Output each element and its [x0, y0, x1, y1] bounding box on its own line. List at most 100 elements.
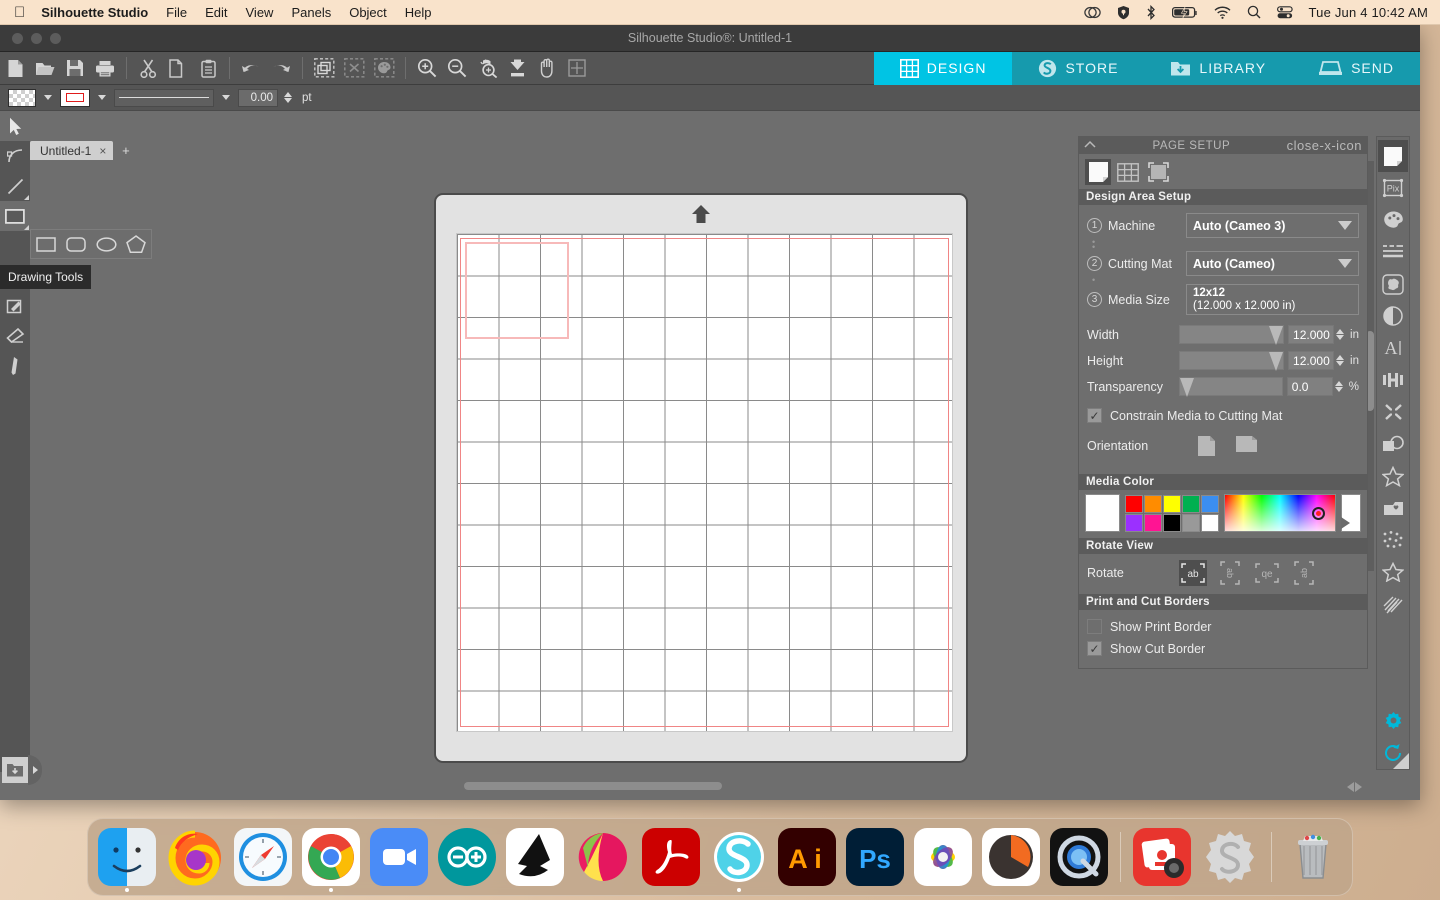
selected-media-color[interactable]: [1085, 494, 1121, 532]
wifi-icon[interactable]: [1214, 6, 1231, 19]
landscape-icon[interactable]: [1235, 435, 1257, 457]
canvas-horizontal-scrollbar[interactable]: [30, 780, 1368, 792]
control-center-icon[interactable]: [1276, 5, 1293, 19]
rounded-rectangle-tool[interactable]: [61, 229, 91, 259]
select-by-color-icon[interactable]: [369, 54, 399, 82]
dock-app-acrobat-reader[interactable]: [640, 826, 702, 888]
left-arrow-icon[interactable]: [1347, 782, 1354, 792]
search-icon[interactable]: [1247, 5, 1261, 19]
brightness-slider[interactable]: [1340, 494, 1361, 532]
zoom-out-icon[interactable]: [442, 54, 472, 82]
fill-dropdown-caret-icon[interactable]: [44, 95, 52, 100]
width-slider[interactable]: [1179, 325, 1285, 345]
width-input[interactable]: 12.000: [1288, 325, 1335, 344]
undo-icon[interactable]: [236, 54, 266, 82]
document-tab[interactable]: Untitled-1 ×: [30, 141, 114, 160]
new-tab-button[interactable]: +: [116, 141, 136, 160]
height-stepper[interactable]: [1336, 355, 1345, 366]
sketch-tool[interactable]: [0, 291, 30, 321]
pan-hand-icon[interactable]: [532, 54, 562, 82]
show-cut-border-checkbox[interactable]: ✓: [1087, 641, 1102, 656]
close-tab-icon[interactable]: ×: [99, 144, 106, 158]
text-style-icon[interactable]: A: [1378, 332, 1408, 364]
modify-icon[interactable]: [1378, 396, 1408, 428]
menu-panels[interactable]: Panels: [291, 5, 331, 20]
right-arrow-icon[interactable]: [1355, 782, 1362, 792]
color-spectrum-picker[interactable]: [1224, 494, 1336, 532]
transparency-stepper[interactable]: [1334, 381, 1343, 392]
dock-app-quicktime[interactable]: [1048, 826, 1110, 888]
expand-right-arrow-icon[interactable]: [28, 755, 42, 785]
cutting-mat-select[interactable]: Auto (Cameo): [1186, 251, 1359, 276]
machine-select[interactable]: Auto (Cameo 3): [1186, 213, 1359, 238]
copy-icon[interactable]: [163, 54, 193, 82]
portrait-icon[interactable]: [1197, 435, 1219, 457]
polygon-tool[interactable]: [121, 229, 151, 259]
fill-palette-icon[interactable]: [1378, 204, 1408, 236]
dock-app-zoom[interactable]: [368, 826, 430, 888]
tab-store[interactable]: STORE: [1012, 51, 1145, 85]
menu-app-name[interactable]: Silhouette Studio: [41, 5, 148, 20]
transparency-input[interactable]: 0.0: [1286, 377, 1333, 396]
dock-app-silhouette-studio[interactable]: [708, 826, 770, 892]
battery-charging-icon[interactable]: [1171, 6, 1198, 19]
design-star-icon[interactable]: [1378, 460, 1408, 492]
dock-app-screenshot[interactable]: [1131, 826, 1193, 888]
tab-library[interactable]: LIBRARY: [1144, 51, 1293, 85]
trace-icon[interactable]: [1378, 268, 1408, 300]
line-weight-stepper[interactable]: [284, 92, 292, 103]
pixscan-icon[interactable]: Pix: [1378, 172, 1408, 204]
dock-app-illustrator[interactable]: Ai: [776, 826, 838, 888]
media-size-select[interactable]: 12x12 (12.000 x 12.000 in): [1186, 284, 1359, 315]
print-icon[interactable]: [90, 54, 120, 82]
deselect-all-icon[interactable]: [339, 54, 369, 82]
page-nav-arrows[interactable]: [1347, 782, 1362, 792]
show-print-border-row[interactable]: Show Print Border: [1087, 619, 1359, 634]
panel-tab-registration[interactable]: [1145, 159, 1171, 185]
height-slider[interactable]: [1179, 351, 1285, 371]
creative-cloud-icon[interactable]: [1083, 6, 1101, 19]
transparency-slider[interactable]: [1179, 377, 1283, 397]
save-icon[interactable]: [60, 54, 90, 82]
constrain-media-checkbox[interactable]: ✓: [1087, 408, 1102, 423]
dock-app-safari[interactable]: [232, 826, 294, 888]
line-style-caret-icon[interactable]: [222, 95, 230, 100]
rectangle-tool[interactable]: [31, 229, 61, 259]
redo-icon[interactable]: [266, 54, 296, 82]
hscroll-thumb[interactable]: [464, 782, 722, 790]
line-weight-input[interactable]: 0.00: [238, 88, 278, 107]
shield-icon[interactable]: [1117, 5, 1130, 20]
menu-object[interactable]: Object: [349, 5, 387, 20]
fit-window-icon[interactable]: [562, 54, 592, 82]
menu-file[interactable]: File: [166, 5, 187, 20]
dock-app-arduino[interactable]: [436, 826, 498, 888]
ellipse-tool[interactable]: [91, 229, 121, 259]
new-document-icon[interactable]: [0, 54, 30, 82]
select-all-icon[interactable]: [309, 54, 339, 82]
my-library-icon[interactable]: [1378, 492, 1408, 524]
color-palette[interactable]: [1125, 494, 1220, 532]
line-dropdown-caret-icon[interactable]: [98, 95, 106, 100]
tab-send[interactable]: SEND: [1292, 51, 1420, 85]
line-style-icon[interactable]: [1378, 236, 1408, 268]
star-outline-icon[interactable]: [1378, 556, 1408, 588]
dock-app-firefox[interactable]: [164, 826, 226, 888]
rotate-180-icon[interactable]: qe: [1253, 560, 1281, 586]
cut-scissors-icon[interactable]: [133, 54, 163, 82]
dock-app-photos[interactable]: [912, 826, 974, 888]
line-color-swatch[interactable]: [60, 88, 90, 107]
line-tool[interactable]: [0, 171, 30, 201]
tab-design[interactable]: DESIGN: [873, 51, 1013, 85]
rotate-0-icon[interactable]: ab: [1179, 560, 1207, 586]
replicate-icon[interactable]: [1378, 428, 1408, 460]
offset-icon[interactable]: [1378, 300, 1408, 332]
fit-to-page-icon[interactable]: [502, 54, 532, 82]
edit-points-tool[interactable]: [0, 141, 30, 171]
sketch-fill-icon[interactable]: [1378, 588, 1408, 620]
knife-tool[interactable]: [0, 351, 30, 381]
panel-tab-page[interactable]: [1085, 159, 1111, 185]
design-canvas[interactable]: [30, 161, 1062, 772]
zoom-selection-icon[interactable]: [472, 54, 502, 82]
rhinestones-icon[interactable]: [1378, 524, 1408, 556]
panel-close-x-icon[interactable]: close-x-icon: [1287, 138, 1362, 153]
